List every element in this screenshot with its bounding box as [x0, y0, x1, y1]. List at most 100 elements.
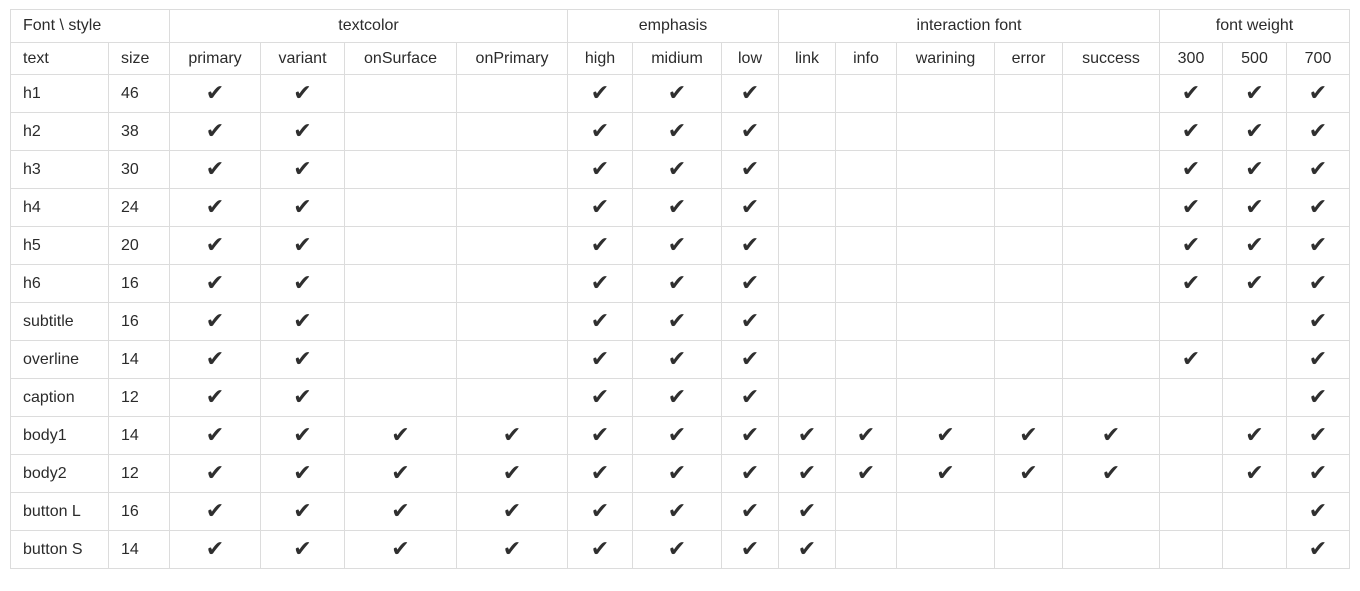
- cell-text: caption: [10, 378, 109, 417]
- checkmark-icon: ✔: [1308, 232, 1328, 258]
- cell-variant: ✔: [260, 150, 345, 189]
- checkmark-icon: ✔: [1308, 384, 1328, 410]
- cell-500: [1222, 378, 1287, 417]
- cell-onsurface: [344, 188, 457, 227]
- checkmark-icon: ✔: [1308, 498, 1328, 524]
- cell-variant: ✔: [260, 492, 345, 531]
- cell-onprimary: [456, 302, 568, 341]
- checkmark-icon: ✔: [502, 498, 522, 524]
- cell-primary: ✔: [169, 74, 261, 113]
- column-header-success: success: [1062, 42, 1160, 75]
- cell-onsurface: [344, 264, 457, 303]
- cell-link: ✔: [778, 492, 836, 531]
- cell-700: ✔: [1286, 264, 1350, 303]
- cell-onprimary: [456, 74, 568, 113]
- checkmark-icon: ✔: [293, 80, 312, 106]
- checkmark-icon: ✔: [391, 422, 410, 448]
- cell-size: 24: [108, 188, 170, 227]
- cell-onsurface: [344, 340, 457, 379]
- checkmark-icon: ✔: [590, 460, 610, 486]
- checkmark-icon: ✔: [740, 498, 760, 524]
- table-row: body2 12 ✔ ✔ ✔ ✔ ✔ ✔ ✔ ✔ ✔ ✔ ✔ ✔ ✔ ✔: [10, 454, 1350, 493]
- cell-midium: ✔: [632, 74, 722, 113]
- cell-error: [994, 378, 1063, 417]
- cell-500: ✔: [1222, 264, 1287, 303]
- cell-info: [835, 302, 897, 341]
- cell-midium: ✔: [632, 226, 722, 265]
- cell-onsurface: [344, 112, 457, 151]
- cell-warining: [896, 150, 995, 189]
- cell-success: [1062, 226, 1160, 265]
- checkmark-icon: ✔: [667, 422, 687, 448]
- cell-700: ✔: [1286, 74, 1350, 113]
- cell-onsurface: [344, 150, 457, 189]
- cell-text: h1: [10, 74, 109, 113]
- cell-size: 12: [108, 454, 170, 493]
- cell-size: 38: [108, 112, 170, 151]
- cell-300: ✔: [1159, 74, 1223, 113]
- cell-error: [994, 150, 1063, 189]
- checkmark-icon: ✔: [856, 460, 876, 486]
- cell-variant: ✔: [260, 530, 345, 569]
- cell-700: ✔: [1286, 188, 1350, 227]
- checkmark-icon: ✔: [740, 80, 760, 106]
- cell-link: [778, 302, 836, 341]
- cell-300: ✔: [1159, 264, 1223, 303]
- cell-300: ✔: [1159, 112, 1223, 151]
- cell-300: [1159, 530, 1223, 569]
- cell-500: [1222, 340, 1287, 379]
- table-row: h4 24 ✔ ✔ ✔ ✔ ✔ ✔ ✔ ✔: [10, 188, 1350, 227]
- cell-error: ✔: [994, 454, 1063, 493]
- cell-warining: [896, 264, 995, 303]
- cell-onsurface: ✔: [344, 530, 457, 569]
- column-header-midium: midium: [632, 42, 722, 75]
- cell-error: [994, 530, 1063, 569]
- checkmark-icon: ✔: [797, 460, 817, 486]
- cell-warining: [896, 492, 995, 531]
- cell-success: [1062, 378, 1160, 417]
- cell-midium: ✔: [632, 264, 722, 303]
- cell-link: [778, 74, 836, 113]
- checkmark-icon: ✔: [1181, 194, 1201, 220]
- cell-700: ✔: [1286, 492, 1350, 531]
- checkmark-icon: ✔: [740, 118, 760, 144]
- cell-500: [1222, 302, 1287, 341]
- cell-midium: ✔: [632, 150, 722, 189]
- table-row: button S 14 ✔ ✔ ✔ ✔ ✔ ✔ ✔ ✔ ✔: [10, 530, 1350, 569]
- cell-onprimary: [456, 264, 568, 303]
- checkmark-icon: ✔: [1308, 270, 1328, 296]
- cell-300: [1159, 416, 1223, 455]
- cell-warining: [896, 530, 995, 569]
- table-row: caption 12 ✔ ✔ ✔ ✔ ✔ ✔: [10, 378, 1350, 417]
- checkmark-icon: ✔: [391, 460, 410, 486]
- cell-700: ✔: [1286, 112, 1350, 151]
- cell-midium: ✔: [632, 454, 722, 493]
- cell-info: [835, 188, 897, 227]
- cell-info: [835, 530, 897, 569]
- checkmark-icon: ✔: [293, 384, 312, 410]
- cell-onsurface: [344, 74, 457, 113]
- checkmark-icon: ✔: [293, 118, 312, 144]
- cell-midium: ✔: [632, 378, 722, 417]
- checkmark-icon: ✔: [205, 498, 225, 524]
- cell-info: [835, 150, 897, 189]
- checkmark-icon: ✔: [740, 346, 760, 372]
- checkmark-icon: ✔: [293, 422, 312, 448]
- checkmark-icon: ✔: [667, 308, 687, 334]
- column-header-onprimary: onPrimary: [456, 42, 568, 75]
- cell-high: ✔: [567, 264, 633, 303]
- cell-info: [835, 378, 897, 417]
- checkmark-icon: ✔: [667, 346, 687, 372]
- cell-success: [1062, 492, 1160, 531]
- cell-size: 12: [108, 378, 170, 417]
- checkmark-icon: ✔: [1181, 232, 1201, 258]
- cell-size: 16: [108, 302, 170, 341]
- checkmark-icon: ✔: [1308, 118, 1328, 144]
- cell-warining: ✔: [896, 454, 995, 493]
- checkmark-icon: ✔: [740, 308, 760, 334]
- cell-variant: ✔: [260, 112, 345, 151]
- checkmark-icon: ✔: [590, 156, 610, 182]
- cell-onprimary: ✔: [456, 416, 568, 455]
- checkmark-icon: ✔: [667, 118, 687, 144]
- cell-midium: ✔: [632, 416, 722, 455]
